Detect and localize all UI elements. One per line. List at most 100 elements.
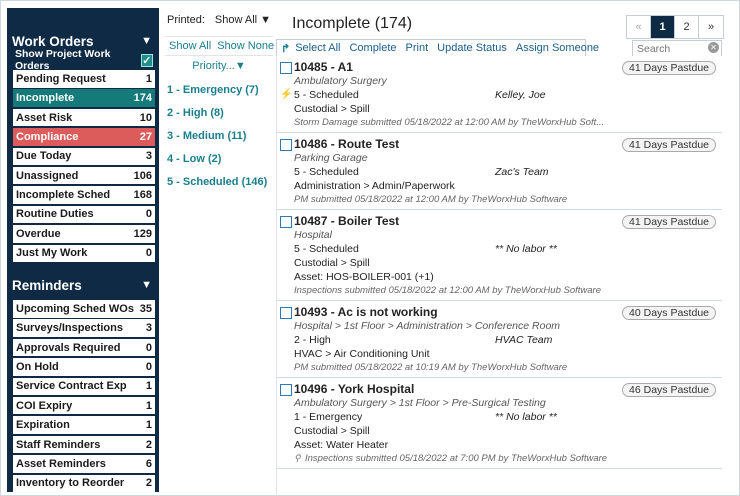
- status-row: 2 - High HVAC Team: [294, 334, 716, 346]
- sidebar-item-label: Upcoming Sched WOs: [16, 302, 134, 315]
- priority-medium[interactable]: 3 - Medium (11): [165, 130, 273, 142]
- work-order-status: 1 - Emergency: [294, 411, 363, 423]
- work-order-status: 5 - Scheduled: [294, 166, 359, 178]
- work-order-location: Hospital > 1st Floor > Administration > …: [294, 320, 561, 332]
- sidebar-item-unassigned[interactable]: Unassigned 106: [13, 166, 155, 185]
- sidebar-item-approvals[interactable]: Approvals Required 0: [13, 338, 155, 357]
- select-checkbox[interactable]: [280, 307, 292, 319]
- sidebar-item-label: Expiration: [16, 419, 70, 432]
- priority-high[interactable]: 2 - High (8): [165, 107, 273, 119]
- sidebar-item-count: 0: [145, 341, 152, 354]
- show-none-link[interactable]: Show None: [213, 40, 276, 52]
- sidebar-item-count: 1: [145, 399, 152, 412]
- select-checkbox[interactable]: [280, 216, 292, 228]
- sidebar-item-label: Pending Request: [16, 72, 106, 85]
- work-order-assignee: HVAC Team: [495, 334, 553, 346]
- sidebar-item-overdue[interactable]: Overdue 129: [13, 225, 155, 243]
- work-order-card[interactable]: 40 Days Pastdue 10493 - Ac is not workin…: [277, 301, 722, 378]
- collapse-arrow-icon[interactable]: ▼: [141, 279, 152, 291]
- show-all-link[interactable]: Show All: [165, 40, 213, 52]
- sidebar-item-compliance[interactable]: Compliance 27: [13, 128, 155, 146]
- sidebar-item-label: Asset Risk: [16, 111, 73, 124]
- status-row: 1 - Emergency ** No labor **: [294, 411, 716, 423]
- show-toggle-bar: Show All Show None: [165, 36, 276, 56]
- sidebar-item-routine-duties[interactable]: Routine Duties 0: [13, 205, 155, 224]
- sidebar-item-expiration[interactable]: Expiration 1: [13, 416, 155, 434]
- status-row: ⚡ 5 - Scheduled Kelley, Joe: [280, 89, 716, 101]
- work-order-category: Custodial > Spill: [294, 257, 370, 269]
- priority-scheduled[interactable]: 5 - Scheduled (146): [165, 176, 273, 188]
- select-checkbox[interactable]: [280, 62, 292, 74]
- sidebar-item-label: Unassigned: [16, 169, 79, 182]
- clear-search-icon[interactable]: ✕: [708, 42, 719, 53]
- work-order-submitted: Inspections submitted 05/18/2022 at 12:0…: [294, 285, 601, 296]
- sidebar-item-count: 2: [145, 438, 152, 451]
- work-order-submitted-row: ⚲ Inspections submitted 05/18/2022 at 7:…: [294, 453, 716, 464]
- work-order-assignee: ** No labor **: [495, 243, 557, 255]
- sidebar-item-service-contract[interactable]: Service Contract Exp 1: [13, 377, 155, 396]
- sidebar-item-coi-expiry[interactable]: COI Expiry 1: [13, 396, 155, 415]
- sidebar-item-due-today[interactable]: Due Today 3: [13, 147, 155, 166]
- work-order-status: 2 - High: [294, 334, 331, 346]
- work-order-card[interactable]: 46 Days Pastdue 10496 - York Hospital Am…: [277, 378, 722, 469]
- sidebar-item-label: Compliance: [16, 130, 79, 143]
- sidebar-item-surveys[interactable]: Surveys/Inspections 3: [13, 319, 155, 337]
- lightning-icon: ⚡: [280, 89, 293, 100]
- work-order-category: Custodial > Spill: [294, 103, 370, 115]
- update-status-button[interactable]: Update Status: [433, 42, 512, 54]
- work-order-card[interactable]: 41 Days Pastdue 10485 - A1 Ambulatory Su…: [277, 56, 722, 133]
- page-title: Incomplete (174): [292, 15, 413, 32]
- sidebar-item-upcoming-sched[interactable]: Upcoming Sched WOs 35: [13, 300, 155, 318]
- sidebar-item-count: 35: [139, 302, 152, 315]
- priority-low[interactable]: 4 - Low (2): [165, 153, 273, 165]
- sidebar-item-pending-request[interactable]: Pending Request 1: [13, 70, 155, 88]
- sidebar-item-just-my-work[interactable]: Just My Work 0: [13, 244, 155, 263]
- sidebar-item-inventory-reorder[interactable]: Inventory to Reorder 2: [13, 474, 155, 493]
- pager-page-2[interactable]: 2: [675, 16, 699, 38]
- priority-emergency[interactable]: 1 - Emergency (7): [165, 84, 273, 96]
- sidebar-item-label: Approvals Required: [16, 341, 121, 354]
- sidebar: Work Orders ▼ Show Project Work Orders ✓…: [7, 8, 159, 493]
- sidebar-item-label: Inventory to Reorder: [16, 477, 125, 490]
- sidebar-item-asset-risk[interactable]: Asset Risk 10: [13, 108, 155, 127]
- sidebar-item-count: 6: [145, 457, 152, 470]
- priority-list: 1 - Emergency (7) 2 - High (8) 3 - Mediu…: [165, 84, 273, 188]
- print-button[interactable]: Print: [402, 42, 434, 54]
- sidebar-item-asset-reminders[interactable]: Asset Reminders 6: [13, 455, 155, 473]
- work-order-submitted: Inspections submitted 05/18/2022 at 7:00…: [305, 453, 608, 464]
- sidebar-item-count: 27: [139, 130, 152, 143]
- select-all-button[interactable]: Select All: [291, 42, 345, 54]
- reminders-header[interactable]: Reminders ▼: [7, 274, 159, 296]
- sidebar-item-on-hold[interactable]: On Hold 0: [13, 358, 155, 376]
- pager-page-1[interactable]: 1: [651, 16, 675, 38]
- checkmark-icon[interactable]: ✓: [140, 53, 153, 67]
- work-orders-list: Pending Request 1 Incomplete 174 Asset Ris…: [13, 70, 155, 263]
- pager-next-button[interactable]: »: [699, 16, 723, 38]
- sort-icon[interactable]: ↱: [277, 42, 291, 55]
- show-project-toggle[interactable]: Show Project Work Orders ✓: [7, 48, 159, 72]
- sidebar-item-incomplete[interactable]: Incomplete 174: [13, 89, 155, 107]
- work-order-assignee: Zac's Team: [495, 166, 549, 178]
- printed-select[interactable]: Show All ▼: [215, 14, 271, 26]
- select-checkbox[interactable]: [280, 139, 292, 151]
- printed-label: Printed:: [167, 14, 205, 26]
- pastdue-badge: 40 Days Pastdue: [622, 306, 716, 320]
- collapse-arrow-icon[interactable]: ▼: [141, 35, 152, 47]
- select-checkbox[interactable]: [280, 384, 292, 396]
- sidebar-item-label: Service Contract Exp: [16, 380, 127, 393]
- reminders-list: Upcoming Sched WOs 35 Surveys/Inspections…: [13, 300, 155, 493]
- priority-dropdown[interactable]: Priority...▼: [165, 60, 273, 72]
- complete-button[interactable]: Complete: [345, 42, 401, 54]
- work-orders-title: Work Orders: [12, 33, 94, 49]
- sidebar-item-staff-reminders[interactable]: Staff Reminders 2: [13, 435, 155, 454]
- sidebar-item-count: 3: [145, 322, 152, 335]
- work-order-card[interactable]: 41 Days Pastdue 10487 - Boiler Test Hosp…: [277, 210, 722, 301]
- pagination: « 1 2 »: [626, 15, 724, 39]
- work-order-list: 41 Days Pastdue 10485 - A1 Ambulatory Su…: [276, 56, 722, 496]
- work-order-asset: Asset: HOS-BOILER-001 (+1): [294, 271, 434, 283]
- work-order-card[interactable]: 41 Days Pastdue 10486 - Route Test Parki…: [277, 133, 722, 210]
- pastdue-badge: 46 Days Pastdue: [622, 383, 716, 397]
- sidebar-item-incomplete-sched[interactable]: Incomplete Sched 168: [13, 186, 155, 204]
- pager-prev-button[interactable]: «: [627, 16, 651, 38]
- assign-someone-button[interactable]: Assign Someone: [512, 42, 604, 54]
